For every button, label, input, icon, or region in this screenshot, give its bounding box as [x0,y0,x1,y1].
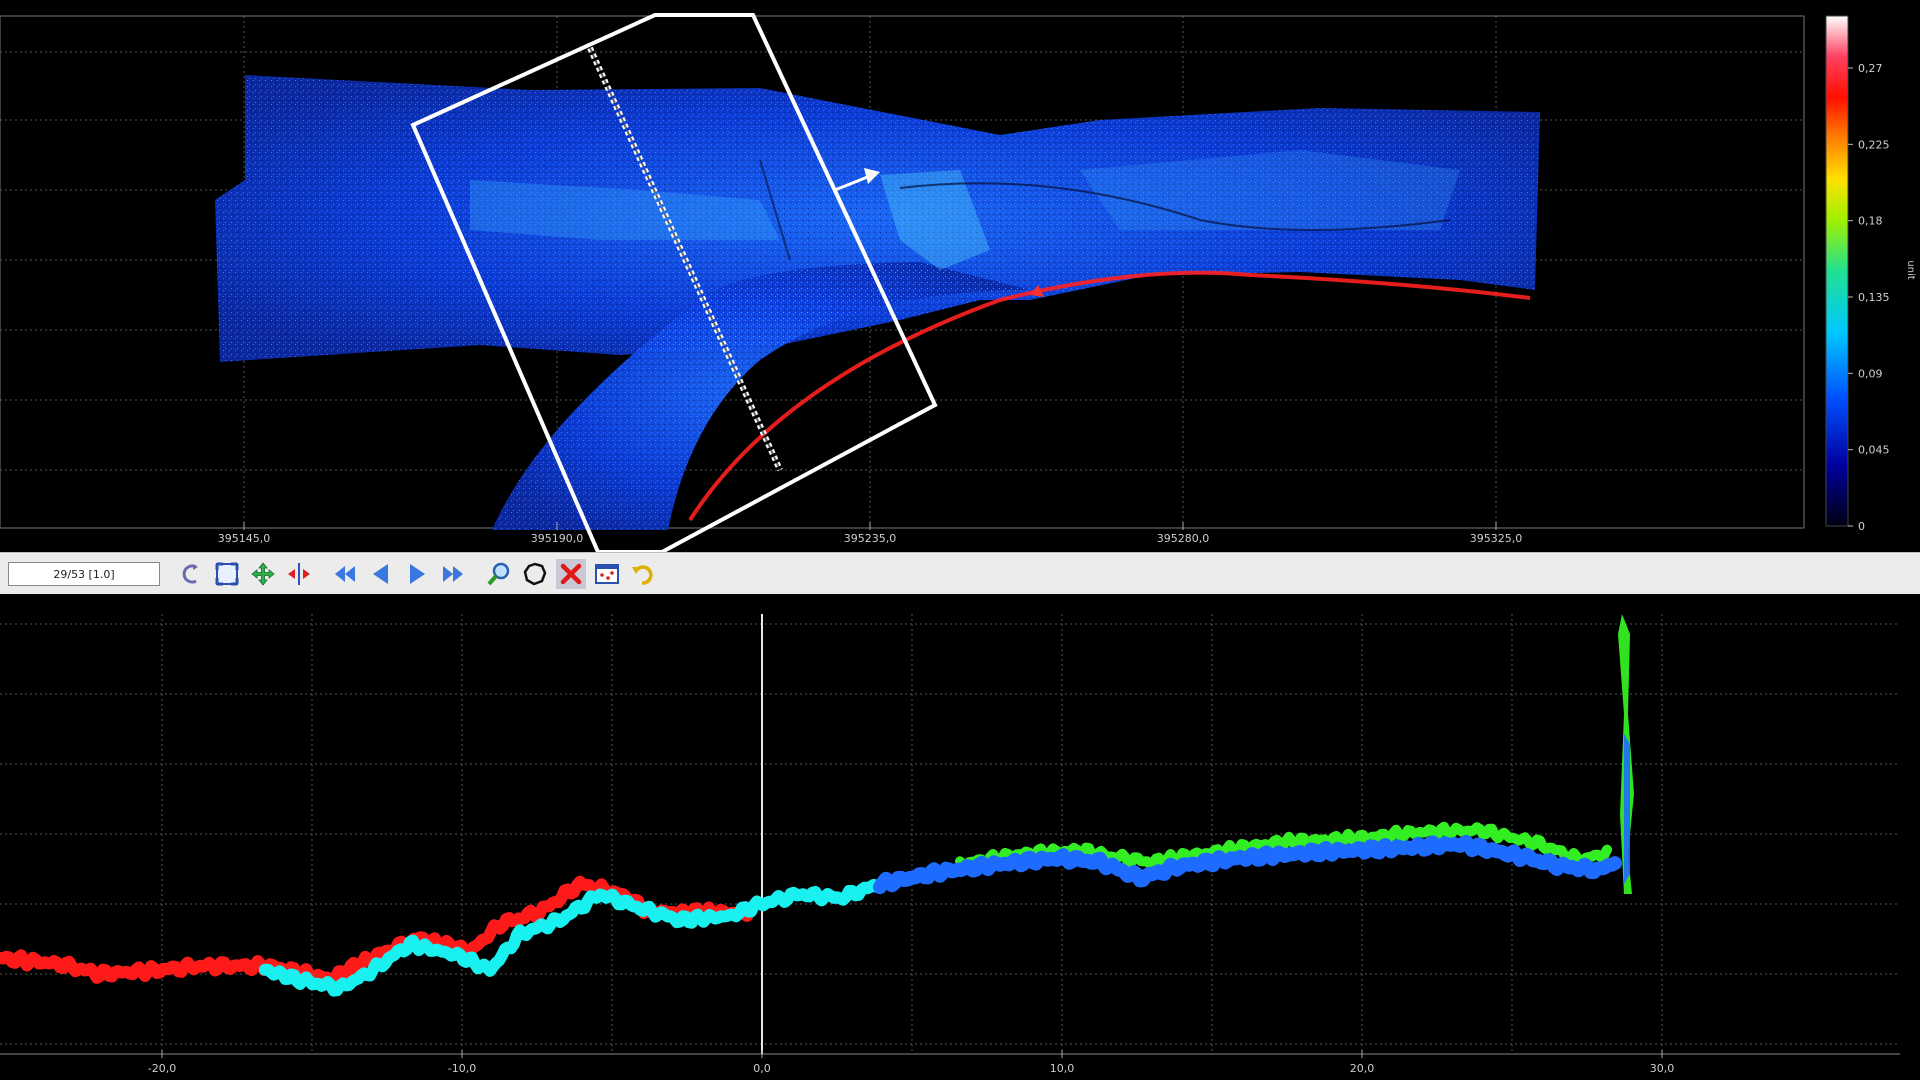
last-frame-button[interactable] [438,559,468,589]
profile-x-tick-label: 10,0 [1050,1062,1075,1075]
profile-x-tick-label: 0,0 [753,1062,771,1075]
split-view-button[interactable] [284,559,314,589]
plan-x-tick-label: 395280,0 [1157,532,1210,545]
zoom-button[interactable] [484,559,514,589]
profile-x-tick-label: 30,0 [1650,1062,1675,1075]
colorbar-unit: unit [1905,260,1916,279]
colorbar-tick-label: 0 [1858,520,1865,533]
colorbar-tick-label: 0,045 [1858,444,1890,457]
colorbar-gradient [1825,15,1849,527]
delete-button[interactable] [556,559,586,589]
profile-x-tick-label: -20,0 [148,1062,176,1075]
first-frame-icon [335,566,355,582]
profile-x-tick-label: -10,0 [448,1062,476,1075]
colorbar-tick-label: 0,09 [1858,367,1883,380]
colorbar-tick-label: 0,135 [1858,291,1890,304]
profile-x-tick-label: 20,0 [1350,1062,1375,1075]
plan-x-tick-label: 395145,0 [218,532,271,545]
profile-wall-points-blue [1624,734,1630,884]
profile-point-series [0,614,1634,997]
plan-x-tick-label: 395325,0 [1470,532,1523,545]
colorbar-ticks: 0,27 0,225 0,18 0,135 0,09 0,045 0 [1848,62,1890,533]
fit-extent-icon [215,562,239,586]
last-frame-icon [443,566,463,582]
frame-index-field[interactable] [8,562,160,586]
colorbar-tick-label: 0,225 [1858,138,1890,151]
plan-x-tick-label: 395190,0 [531,532,584,545]
select-points-button[interactable] [592,559,622,589]
rotate-button[interactable] [176,559,206,589]
pan-icon [251,562,275,586]
next-frame-icon [410,564,425,584]
fit-extent-button[interactable] [212,559,242,589]
split-view-icon [288,563,310,585]
plan-x-tick-label: 395235,0 [844,532,897,545]
plan-x-axis: 395145,0 395190,0 395235,0 395280,0 395325,0 [218,522,1523,545]
plan-view-canvas[interactable]: 395145,0 395190,0 395235,0 395280,0 395325,0… [0,0,1920,554]
colorbar-tick-label: 0,27 [1858,62,1883,75]
profile-point-band [873,834,1622,895]
undo-icon [632,565,653,585]
delete-icon [560,563,582,585]
undo-button[interactable] [628,559,658,589]
zoom-icon [487,562,510,586]
rotate-icon [182,564,198,584]
profile-grid [0,614,1900,1055]
plan-view[interactable]: 395145,0 395190,0 395235,0 395280,0 395325,0… [0,0,1920,554]
toolbar [0,552,1920,596]
next-frame-button[interactable] [402,559,432,589]
profile-view-canvas[interactable]: -20,0 -10,0 0,0 10,0 20,0 30,0 [0,594,1920,1080]
lasso-button[interactable] [520,559,550,589]
lasso-icon [523,562,547,586]
previous-frame-button[interactable] [366,559,396,589]
profile-point-band [259,878,883,997]
pan-button[interactable] [248,559,278,589]
select-points-icon [595,564,619,584]
previous-frame-icon [373,564,388,584]
colorbar: 0,27 0,225 0,18 0,135 0,09 0,045 0 unit [1825,15,1916,533]
point-cloud [215,75,1540,530]
colorbar-tick-label: 0,18 [1858,215,1883,228]
profile-view[interactable]: -20,0 -10,0 0,0 10,0 20,0 30,0 [0,594,1920,1080]
first-frame-button[interactable] [330,559,360,589]
